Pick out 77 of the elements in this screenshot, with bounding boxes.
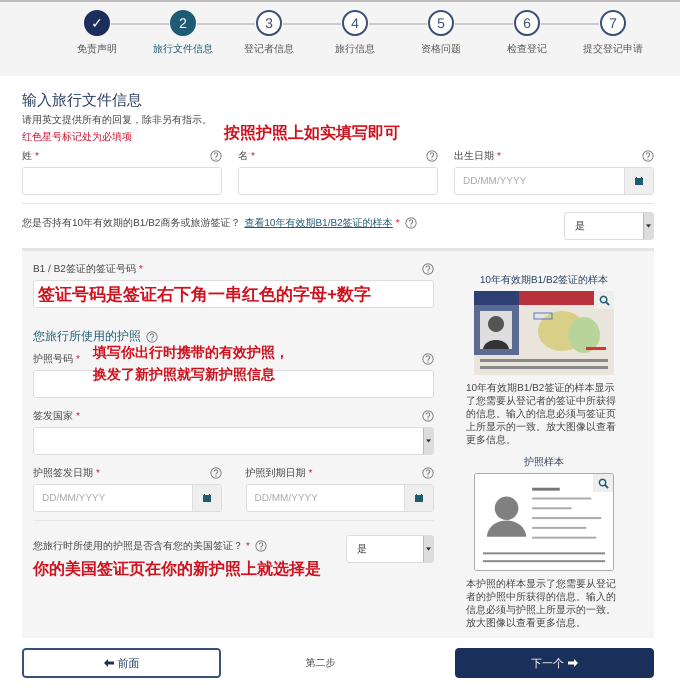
help-icon[interactable] xyxy=(422,263,434,275)
required-mark: * xyxy=(396,218,400,228)
field-label: 出生日期 xyxy=(454,150,494,163)
search-icon[interactable] xyxy=(598,478,608,488)
sample-title: 护照样本 xyxy=(524,456,564,469)
step-circle: 4 xyxy=(342,10,368,36)
help-icon[interactable] xyxy=(210,467,222,479)
text-field[interactable]: 签证号码是签证右下角一串红色的字母+数字 xyxy=(33,280,434,308)
arrow-left-icon xyxy=(104,659,114,667)
step-circle: ✓ xyxy=(84,10,110,36)
help-icon[interactable] xyxy=(422,410,434,422)
step-label: 免责声明 xyxy=(77,42,117,56)
step-label: 登记者信息 xyxy=(244,42,294,56)
sample-title: 10年有效期B1/B2签证的样本 xyxy=(480,274,608,287)
required-mark: * xyxy=(497,150,501,162)
help-icon[interactable] xyxy=(422,467,434,479)
caret-icon xyxy=(426,439,431,443)
required-mark: * xyxy=(138,264,143,274)
caret-icon xyxy=(646,224,651,228)
text-field[interactable] xyxy=(22,167,222,195)
field-label: 名 xyxy=(238,150,248,163)
help-icon[interactable] xyxy=(404,217,417,229)
step-label: 检查登记 xyxy=(507,42,547,56)
annotation-note: 按照护照上如实填写即可 xyxy=(224,123,400,144)
text-field[interactable] xyxy=(238,167,438,195)
caret-icon xyxy=(426,547,431,551)
help-icon[interactable] xyxy=(210,150,222,162)
required-mark: * xyxy=(35,150,39,162)
arrow-right-icon xyxy=(568,659,578,667)
help-icon[interactable] xyxy=(146,330,158,342)
select-field[interactable] xyxy=(33,427,434,455)
required-note: 红色星号标记处为必填项 xyxy=(22,130,133,144)
sample-description: 10年有效期B1/B2签证的样本显示了您需要从登记者的签证中所获得的信息。输入的信息必须与签证页上所显示的一致。放大图像以查看更多信息。 xyxy=(466,382,617,447)
required-mark: * xyxy=(76,410,80,422)
field-label: 护照号码 xyxy=(33,352,73,366)
sample-link[interactable]: 查看10年有效期B1/B2签证的样本 xyxy=(244,216,393,230)
section-heading: 您旅行所使用的护照 xyxy=(33,328,141,345)
help-icon[interactable] xyxy=(254,540,267,552)
step-label: 提交登记申请 xyxy=(583,42,643,56)
step-circle: 7 xyxy=(600,10,626,36)
step-label: 资格问题 xyxy=(421,42,461,56)
field-label: 签发国家 xyxy=(33,410,73,423)
search-icon[interactable] xyxy=(598,294,610,306)
step-label: 旅行文件信息 xyxy=(153,42,213,56)
step-circle: 2 xyxy=(170,10,196,36)
step-label: 旅行信息 xyxy=(335,42,375,56)
calendar-icon xyxy=(202,493,212,503)
field-label: 护照签发日期 xyxy=(33,466,93,480)
question-text: 您旅行时所使用的护照是否含有您的美国签证？ xyxy=(33,540,243,553)
annotation-note: 换发了新护照就写新护照信息 xyxy=(93,365,275,384)
question-text: 您是否持有10年有效期的B1/B2商务或旅游签证？ xyxy=(22,216,240,230)
field-label: 护照到期日期 xyxy=(246,466,306,480)
calendar-icon xyxy=(414,493,424,503)
select-field[interactable]: 是 xyxy=(346,535,434,563)
sample-description: 本护照的样本显示了您需要从登记者的护照中所获得的信息。输入的信息必须与护照上所显示的一致。放大图像以查看更多信息。 xyxy=(466,578,617,630)
step-circle: 5 xyxy=(428,10,454,36)
step-circle: 3 xyxy=(256,10,282,36)
next-button[interactable]: 下一个 xyxy=(455,648,654,678)
help-icon[interactable] xyxy=(422,353,434,365)
step-indicator: 第二步 xyxy=(304,656,336,670)
help-icon[interactable] xyxy=(642,150,654,162)
required-mark: * xyxy=(308,468,312,478)
back-button[interactable]: 前面 xyxy=(22,648,221,678)
annotation-note: 填写你出行时携带的有效护照， xyxy=(93,343,289,362)
required-mark: * xyxy=(251,150,255,162)
field-label: 姓 xyxy=(22,150,32,163)
page-title: 输入旅行文件信息 xyxy=(22,91,143,110)
step-circle: 6 xyxy=(514,10,540,36)
instructions: 请用英文提供所有的回复，除非另有指示。 xyxy=(22,114,212,127)
select-field[interactable]: 是 xyxy=(564,212,654,240)
required-mark: * xyxy=(246,540,250,552)
field-label: B1 / B2签证的签证号码 xyxy=(33,263,136,276)
annotation-note: 你的美国签证页在你的新护照上就选择是 xyxy=(33,559,321,580)
help-icon[interactable] xyxy=(426,150,438,162)
required-mark: * xyxy=(96,468,100,478)
calendar-icon xyxy=(634,176,644,186)
required-mark: * xyxy=(76,354,80,364)
